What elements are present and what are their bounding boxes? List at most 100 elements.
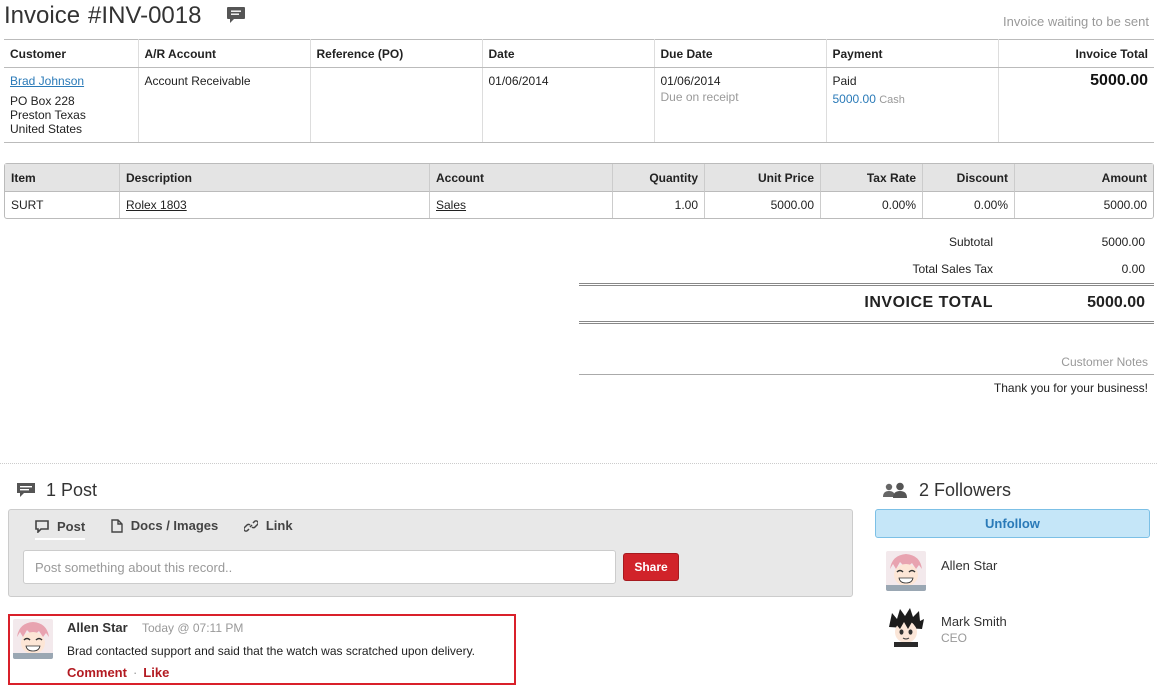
item-quantity: 1.00 xyxy=(613,192,705,218)
follower-title: CEO xyxy=(941,631,968,645)
tab-link[interactable]: Link xyxy=(243,518,293,533)
comment-icon[interactable] xyxy=(226,6,246,24)
post-item: Allen Star Today @ 07:11 PM Brad contact… xyxy=(8,614,516,685)
followers-heading: 2 Followers xyxy=(881,480,1011,501)
col-description: Description xyxy=(120,164,430,192)
due-note: Due on receipt xyxy=(660,90,739,104)
post-input[interactable] xyxy=(23,550,616,584)
post-actions: Comment · Like xyxy=(67,665,169,680)
section-divider xyxy=(0,463,1157,464)
tab-post[interactable]: Post xyxy=(35,518,86,540)
invoice-total-amount: 5000.00 xyxy=(1087,294,1145,311)
payment-status: Paid xyxy=(832,74,857,88)
post-tabs: Post Docs / Images Link xyxy=(35,518,315,540)
item-amount: 5000.00 xyxy=(1103,198,1147,212)
link-icon xyxy=(243,519,258,532)
payment-amount[interactable]: 5000.00 xyxy=(833,92,876,106)
invoice-total-value: 5000.00 xyxy=(1090,72,1148,89)
customer-link[interactable]: Brad Johnson xyxy=(10,74,132,88)
share-button[interactable]: Share xyxy=(623,553,679,581)
post-time: Today @ 07:11 PM xyxy=(142,621,244,635)
col-account: Account xyxy=(430,164,613,192)
subtotal-label: Subtotal xyxy=(948,235,993,249)
follower-name[interactable]: Mark Smith xyxy=(941,614,1007,629)
posts-count: 1 Post xyxy=(46,480,98,500)
customer-address-line: PO Box 228 xyxy=(10,94,75,108)
col-due-date: Due Date xyxy=(654,39,827,68)
payment-method: Cash xyxy=(879,94,905,106)
col-tax-rate: Tax Rate xyxy=(821,164,923,192)
posts-icon xyxy=(17,483,35,497)
followers-count: 2 Followers xyxy=(919,480,1012,500)
comment-icon xyxy=(35,519,49,533)
divider xyxy=(579,283,1154,286)
col-discount: Discount xyxy=(923,164,1015,192)
item-account: Sales xyxy=(430,192,613,218)
unfollow-button[interactable]: Unfollow xyxy=(875,509,1150,538)
posts-heading: 1 Post xyxy=(16,480,97,501)
reference-value xyxy=(310,67,483,143)
line-items-table: Item Description Account Quantity Unit P… xyxy=(4,163,1154,219)
followers-icon xyxy=(883,482,907,498)
tab-docs-images[interactable]: Docs / Images xyxy=(111,518,218,533)
col-quantity: Quantity xyxy=(613,164,705,192)
col-customer: Customer xyxy=(4,39,139,68)
col-item: Item xyxy=(5,164,120,192)
item-discount: 0.00% xyxy=(923,192,1015,218)
post-body: Brad contacted support and said that the… xyxy=(67,644,476,658)
item-code: SURT xyxy=(5,192,120,218)
document-icon xyxy=(111,518,123,533)
col-reference: Reference (PO) xyxy=(310,39,483,68)
date-value: 01/06/2014 xyxy=(482,67,655,143)
customer-notes-label: Customer Notes xyxy=(1061,355,1148,369)
divider xyxy=(579,321,1154,324)
invoice-total-cell: 5000.00 xyxy=(998,67,1154,143)
col-amount: Amount xyxy=(1015,164,1153,192)
col-ar-account: A/R Account xyxy=(138,39,311,68)
avatar[interactable] xyxy=(13,619,53,659)
tab-post-label: Post xyxy=(57,518,86,534)
ar-account-value: Account Receivable xyxy=(138,67,311,143)
post-composer: Post Docs / Images Link Share xyxy=(8,509,853,597)
invoice-total-label: INVOICE TOTAL xyxy=(864,294,993,311)
payment-cell: Paid 5000.00 Cash xyxy=(826,67,999,143)
like-link[interactable]: Like xyxy=(143,665,169,680)
payment-detail: 5000.00 Cash xyxy=(833,92,992,107)
page-title-label: Invoice xyxy=(4,2,81,29)
tab-docs-label: Docs / Images xyxy=(130,518,219,533)
post-author[interactable]: Allen Star xyxy=(67,620,128,635)
invoice-info-table: Customer A/R Account Reference (PO) Date… xyxy=(4,39,1154,143)
item-description-link[interactable]: Rolex 1803 xyxy=(126,198,187,212)
item-description: Rolex 1803 xyxy=(120,192,430,218)
page-title: Invoice #INV-0018 xyxy=(4,2,201,30)
subtotal-value: 5000.00 xyxy=(1101,235,1145,249)
due-date-value: 01/06/2014 xyxy=(660,74,721,88)
item-tax-rate: 0.00% xyxy=(821,192,923,218)
col-unit-price: Unit Price xyxy=(705,164,821,192)
invoice-number: #INV-0018 xyxy=(88,2,202,29)
table-row: SURT Rolex 1803 Sales 1.00 5000.00 0.00%… xyxy=(5,192,1153,218)
items-header-row: Item Description Account Quantity Unit P… xyxy=(5,164,1153,192)
customer-cell: Brad Johnson PO Box 228 Preston Texas Un… xyxy=(4,67,139,143)
col-payment: Payment xyxy=(826,39,999,68)
tab-link-label: Link xyxy=(265,518,293,533)
item-account-link[interactable]: Sales xyxy=(436,198,466,212)
invoice-status: Invoice waiting to be sent xyxy=(1003,14,1149,29)
col-date: Date xyxy=(482,39,655,68)
info-row: Brad Johnson PO Box 228 Preston Texas Un… xyxy=(4,67,1154,143)
col-invoice-total: Invoice Total xyxy=(998,39,1154,68)
customer-notes-text: Thank you for your business! xyxy=(993,381,1148,395)
avatar[interactable] xyxy=(886,551,926,591)
item-unit-price: 5000.00 xyxy=(705,192,821,218)
due-date-cell: 01/06/2014 Due on receipt xyxy=(654,67,827,143)
comment-link[interactable]: Comment xyxy=(67,665,127,680)
action-separator: · xyxy=(132,665,138,680)
tax-label: Total Sales Tax xyxy=(912,262,994,276)
customer-address-line: United States xyxy=(10,122,83,136)
customer-address-line: Preston Texas xyxy=(10,108,86,122)
divider xyxy=(579,374,1154,375)
tax-value: 0.00 xyxy=(1121,262,1145,276)
follower-name[interactable]: Allen Star xyxy=(941,558,997,573)
info-header-row: Customer A/R Account Reference (PO) Date… xyxy=(4,39,1154,68)
avatar[interactable] xyxy=(886,607,926,647)
